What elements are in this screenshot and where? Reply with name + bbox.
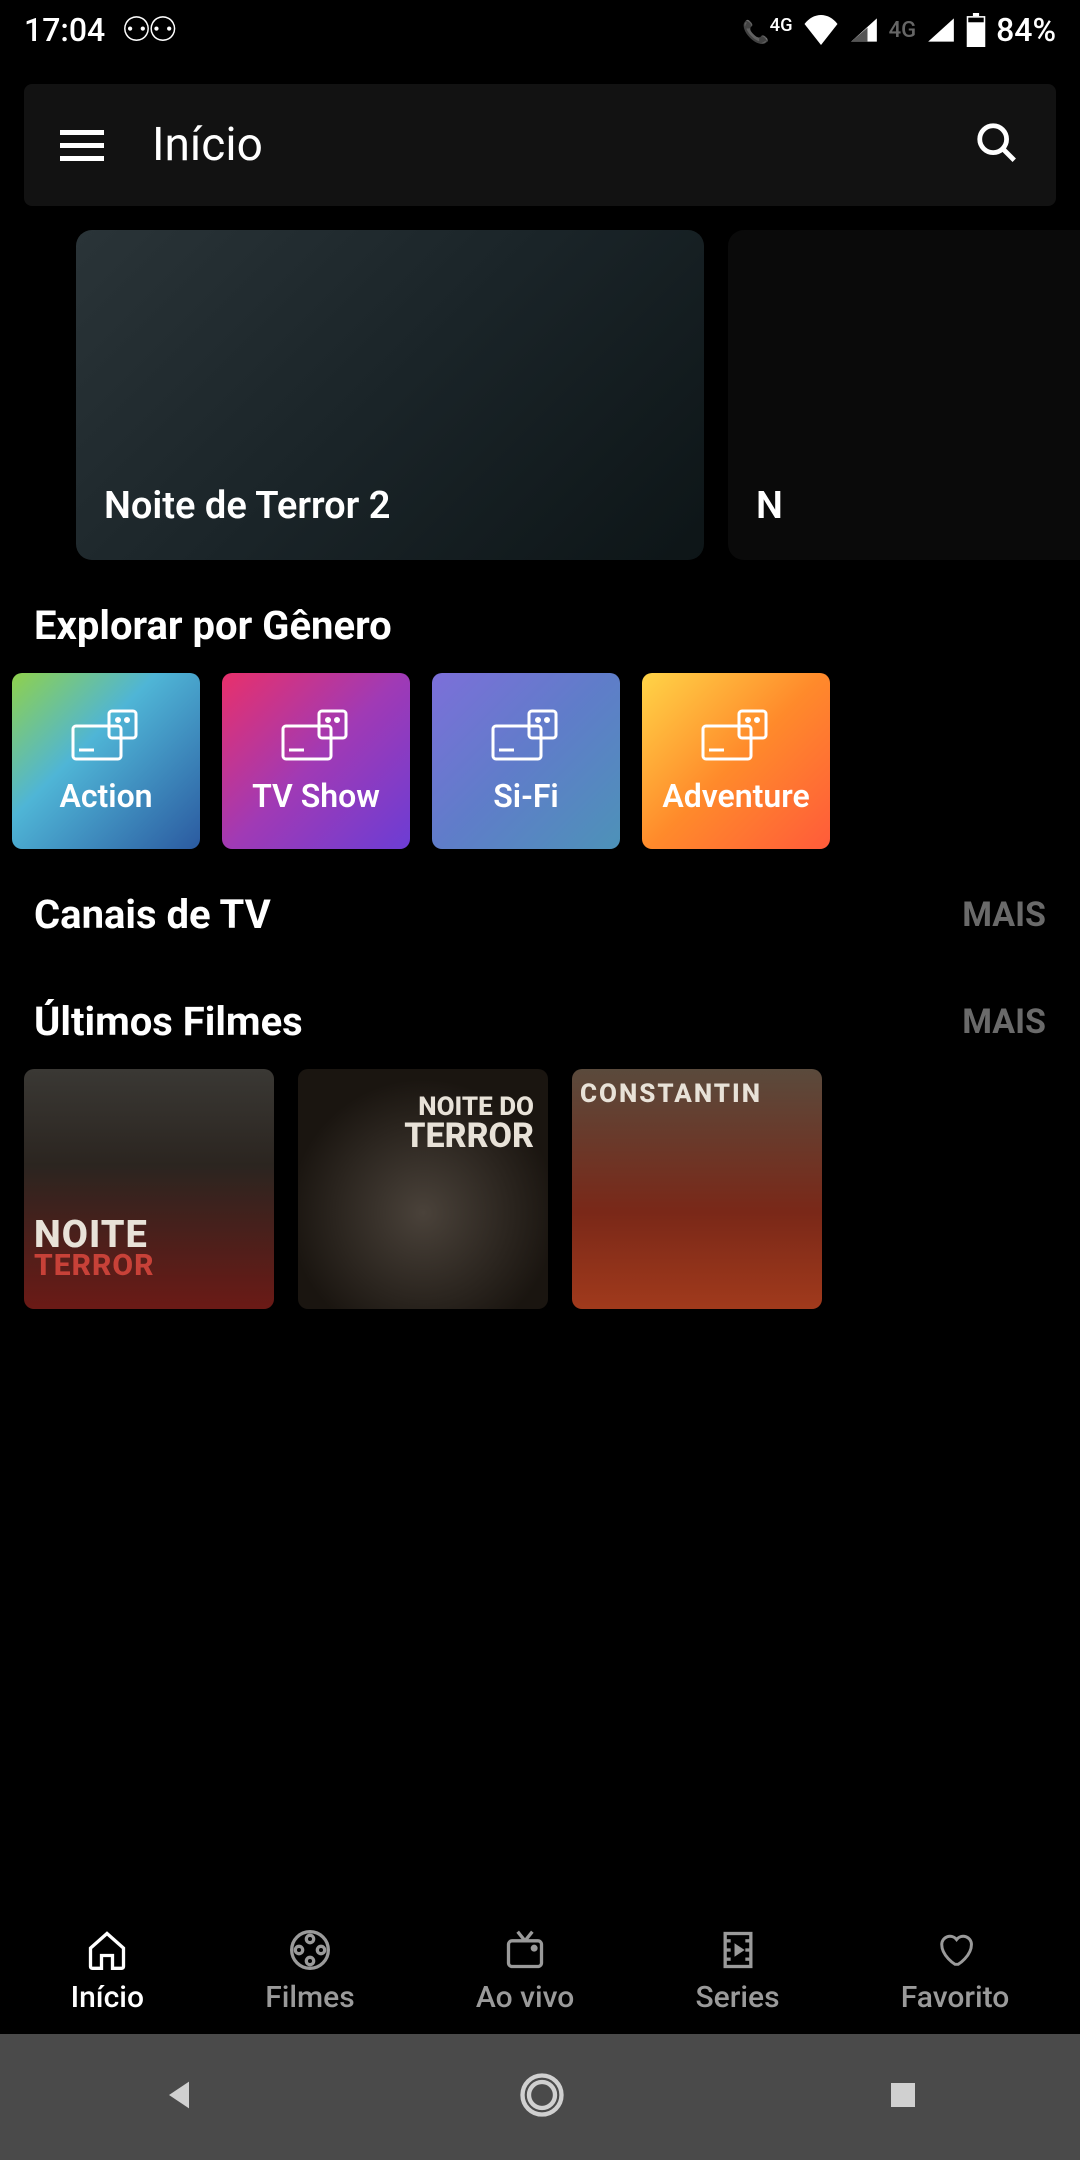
film-strip-icon bbox=[716, 1928, 760, 1972]
genre-tile-adventure[interactable]: Adventure bbox=[642, 673, 830, 849]
nav-label: Favorito bbox=[901, 1980, 1010, 2015]
menu-button[interactable] bbox=[60, 130, 104, 161]
voicemail-icon: ⚇⚇ bbox=[121, 10, 174, 50]
featured-title: N bbox=[756, 484, 783, 528]
genre-section-title: Explorar por Gênero bbox=[34, 602, 392, 649]
status-bar: 17:04 ⚇⚇ 📞4G 4G 84% bbox=[0, 0, 1080, 60]
signal-icon-2 bbox=[926, 16, 956, 44]
square-recents-icon bbox=[885, 2077, 921, 2113]
nav-series[interactable]: Series bbox=[696, 1928, 780, 2015]
network-type-dim: 4G bbox=[889, 18, 917, 43]
folder-icon bbox=[70, 707, 142, 763]
movie-poster[interactable]: CONSTANTIN bbox=[572, 1069, 822, 1309]
genre-row[interactable]: Action TV Show Si-Fi Adventure bbox=[0, 673, 1080, 849]
battery-percent: 84% bbox=[996, 11, 1056, 49]
folder-icon bbox=[280, 707, 352, 763]
latest-title: Últimos Filmes bbox=[34, 998, 303, 1045]
genre-label: TV Show bbox=[252, 777, 380, 815]
featured-carousel[interactable]: Noite de Terror 2 N bbox=[0, 230, 1080, 560]
nav-label: Series bbox=[696, 1980, 780, 2015]
nav-label: Filmes bbox=[265, 1980, 354, 2015]
wifi-icon bbox=[803, 15, 839, 45]
heart-icon bbox=[933, 1928, 977, 1972]
battery-icon bbox=[966, 13, 986, 47]
featured-card[interactable]: N bbox=[728, 230, 1080, 560]
system-nav-bar bbox=[0, 2034, 1080, 2160]
circle-home-icon bbox=[516, 2069, 568, 2121]
poster-title: NOITE DO TERROR bbox=[404, 1095, 534, 1152]
home-button[interactable] bbox=[516, 2069, 568, 2125]
movie-poster[interactable]: NOITE TERROR bbox=[24, 1069, 274, 1309]
featured-card[interactable]: Noite de Terror 2 bbox=[76, 230, 704, 560]
phone-4g-icon: 📞4G bbox=[742, 15, 792, 45]
genre-label: Adventure bbox=[662, 777, 809, 815]
app-bar: Início bbox=[24, 84, 1056, 206]
folder-icon bbox=[700, 707, 772, 763]
genre-label: Si-Fi bbox=[493, 777, 558, 815]
nav-label: Início bbox=[71, 1980, 144, 2015]
folder-icon bbox=[490, 707, 562, 763]
latest-more-button[interactable]: MAIS bbox=[962, 1002, 1046, 1042]
poster-row[interactable]: NOITE TERROR NOITE DO TERROR CONSTANTIN bbox=[0, 1069, 1080, 1309]
bottom-nav: Início Filmes Ao vivo Series Favorito bbox=[0, 1908, 1080, 2034]
channels-more-button[interactable]: MAIS bbox=[962, 895, 1046, 935]
featured-title: Noite de Terror 2 bbox=[104, 484, 391, 528]
poster-title: NOITE TERROR bbox=[34, 1218, 154, 1279]
genre-tile-sifi[interactable]: Si-Fi bbox=[432, 673, 620, 849]
home-icon bbox=[85, 1928, 129, 1972]
tv-icon bbox=[503, 1928, 547, 1972]
nav-home[interactable]: Início bbox=[71, 1928, 144, 2015]
triangle-back-icon bbox=[159, 2075, 199, 2115]
nav-favorite[interactable]: Favorito bbox=[901, 1928, 1010, 2015]
movie-poster[interactable]: NOITE DO TERROR bbox=[298, 1069, 548, 1309]
signal-icon bbox=[849, 16, 879, 44]
status-time: 17:04 bbox=[24, 11, 105, 49]
nav-label: Ao vivo bbox=[476, 1980, 574, 2015]
poster-title: CONSTANTIN bbox=[580, 1079, 762, 1109]
search-icon bbox=[974, 120, 1020, 166]
genre-label: Action bbox=[59, 777, 152, 815]
search-button[interactable] bbox=[974, 120, 1020, 170]
genre-tile-action[interactable]: Action bbox=[12, 673, 200, 849]
nav-live[interactable]: Ao vivo bbox=[476, 1928, 574, 2015]
back-button[interactable] bbox=[159, 2075, 199, 2119]
page-title: Início bbox=[152, 118, 974, 172]
genre-tile-tvshow[interactable]: TV Show bbox=[222, 673, 410, 849]
channels-title: Canais de TV bbox=[34, 891, 271, 938]
recents-button[interactable] bbox=[885, 2077, 921, 2117]
nav-movies[interactable]: Filmes bbox=[265, 1928, 354, 2015]
film-reel-icon bbox=[288, 1928, 332, 1972]
